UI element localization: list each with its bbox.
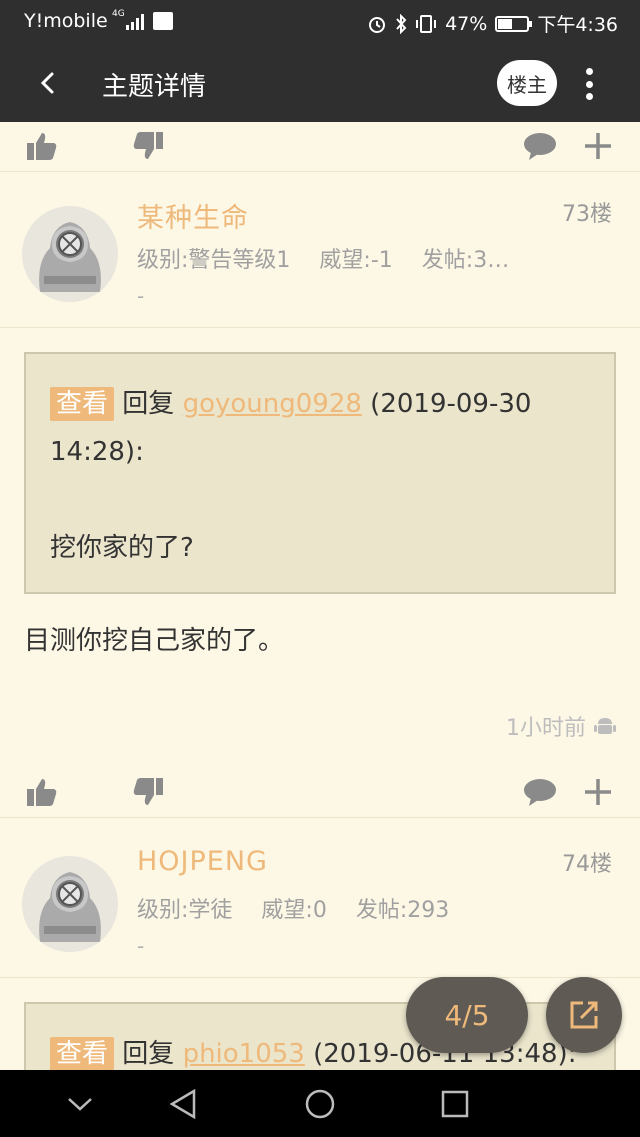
user-signature: - bbox=[137, 934, 145, 958]
battery-icon bbox=[495, 15, 533, 32]
reply-button[interactable] bbox=[546, 977, 622, 1053]
quote-reply-label: 回复 bbox=[122, 389, 175, 419]
post-action-bar bbox=[0, 768, 640, 818]
user-level: 级别:警告等级1 bbox=[137, 248, 291, 273]
plus-icon bbox=[585, 779, 611, 805]
thumbs-up-icon bbox=[27, 779, 57, 806]
plus-icon bbox=[585, 133, 611, 159]
username[interactable]: HOJPENG bbox=[137, 846, 268, 877]
post-list[interactable]: 某种生命 73楼 级别:警告等级1 威望:-1 发帖:3… - 查看 回复 go… bbox=[0, 122, 640, 1070]
battery-percent: 47% bbox=[445, 12, 488, 35]
diving-helmet-icon bbox=[39, 872, 101, 942]
nav-recents-button[interactable] bbox=[435, 1084, 475, 1124]
post-action-bar bbox=[0, 122, 640, 172]
status-bar: Y!mobile 4G 47% 下午4:36 bbox=[0, 0, 640, 44]
more-menu-button[interactable] bbox=[574, 64, 604, 104]
like-button[interactable] bbox=[24, 774, 60, 810]
clock: 下午4:36 bbox=[537, 14, 618, 36]
nav-back-button[interactable] bbox=[163, 1084, 203, 1124]
op-only-button[interactable]: 楼主 bbox=[497, 60, 557, 106]
vibrate-icon bbox=[416, 14, 437, 33]
add-button[interactable] bbox=[580, 774, 616, 810]
comment-button[interactable] bbox=[522, 128, 558, 164]
add-button[interactable] bbox=[580, 128, 616, 164]
thumbs-down-icon bbox=[133, 778, 163, 805]
comment-button[interactable] bbox=[522, 774, 558, 810]
floor-number: 74楼 bbox=[562, 852, 612, 877]
back-button[interactable] bbox=[30, 66, 64, 100]
view-quote-tag[interactable]: 查看 bbox=[50, 387, 115, 421]
square-recents-icon bbox=[441, 1090, 469, 1118]
page-indicator-button[interactable]: 4/5 bbox=[406, 977, 528, 1053]
circle-home-icon bbox=[305, 1089, 335, 1119]
post-time-text: 1小时前 bbox=[506, 716, 586, 741]
more-dot-icon bbox=[585, 93, 593, 100]
user-post-count: 发帖:3… bbox=[421, 248, 510, 273]
user-meta: 级别:警告等级1 威望:-1 发帖:3… bbox=[137, 242, 557, 274]
nav-home-button[interactable] bbox=[300, 1084, 340, 1124]
avatar[interactable] bbox=[22, 206, 118, 302]
edit-icon bbox=[570, 1001, 598, 1029]
avatar[interactable] bbox=[22, 856, 118, 952]
user-post-count: 发帖:293 bbox=[355, 898, 450, 923]
dislike-button[interactable] bbox=[130, 774, 166, 810]
user-prestige: 威望:-1 bbox=[319, 248, 393, 273]
quote-header: 查看 回复 goyoung0928 (2019-09-30 14:28): bbox=[50, 380, 590, 476]
app-bar: 主题详情 楼主 bbox=[0, 44, 640, 122]
comment-icon bbox=[524, 133, 556, 160]
alarm-icon bbox=[369, 16, 386, 33]
post-time: 1小时前 bbox=[506, 710, 616, 742]
user-meta: 级别:学徒 威望:0 发帖:293 bbox=[137, 892, 557, 924]
user-prestige: 威望:0 bbox=[261, 898, 327, 923]
comment-icon bbox=[524, 779, 556, 806]
quote-text: 挖你家的了? bbox=[50, 533, 194, 563]
user-signature: - bbox=[137, 284, 145, 308]
android-icon bbox=[594, 718, 616, 734]
bluetooth-icon bbox=[396, 13, 407, 34]
diving-helmet-icon bbox=[39, 222, 101, 292]
triangle-back-icon bbox=[169, 1089, 196, 1119]
system-nav-bar bbox=[0, 1070, 640, 1137]
chevron-down-icon bbox=[68, 1098, 92, 1111]
dislike-button[interactable] bbox=[130, 128, 166, 164]
username[interactable]: 某种生命 bbox=[137, 196, 249, 235]
post-body: 目测你挖自己家的了。 bbox=[24, 626, 285, 656]
more-dot-icon bbox=[585, 80, 593, 88]
signal-icon bbox=[126, 14, 144, 30]
like-button[interactable] bbox=[24, 128, 60, 164]
quote-block: 查看 回复 goyoung0928 (2019-09-30 14:28): 挖你… bbox=[24, 352, 616, 594]
user-level: 级别:学徒 bbox=[137, 898, 233, 923]
quoted-user-link[interactable]: phio1053 bbox=[183, 1039, 305, 1069]
post-header: HOJPENG 74楼 级别:学徒 威望:0 发帖:293 - bbox=[0, 822, 640, 978]
network-type-label: 4G bbox=[112, 9, 125, 19]
more-dot-icon bbox=[585, 68, 593, 75]
thumbs-up-icon bbox=[27, 133, 57, 160]
chevron-left-icon bbox=[40, 72, 54, 94]
quoted-user-link[interactable]: goyoung0928 bbox=[183, 389, 362, 419]
hide-nav-button[interactable] bbox=[60, 1084, 100, 1124]
carrier-name: Y!mobile bbox=[24, 10, 108, 32]
quote-reply-label: 回复 bbox=[122, 1039, 175, 1069]
thumbs-down-icon bbox=[133, 132, 163, 159]
floor-number: 73楼 bbox=[562, 202, 612, 227]
sd-card-icon bbox=[153, 12, 173, 30]
view-quote-tag[interactable]: 查看 bbox=[50, 1037, 115, 1070]
post-header: 某种生命 73楼 级别:警告等级1 威望:-1 发帖:3… - bbox=[0, 172, 640, 328]
page-title: 主题详情 bbox=[102, 72, 207, 102]
